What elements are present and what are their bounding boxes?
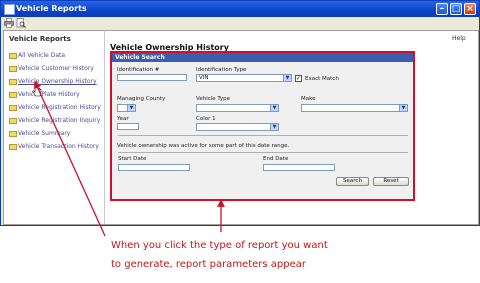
main-content: Vehicle Reports All Vehicle Data Vehicle…: [3, 30, 479, 225]
app-window: Vehicle Reports – □ × Vehicle Reports Al…: [0, 0, 480, 226]
sidebar: Vehicle Reports All Vehicle Data Vehicle…: [4, 31, 105, 224]
folder-icon: [9, 78, 17, 85]
sidebar-item-vehicle-transaction-history[interactable]: Vehicle Transaction History: [9, 143, 99, 150]
make-select[interactable]: ▼: [301, 104, 408, 112]
folder-icon: [9, 143, 17, 150]
hand-cursor-icon: [32, 85, 42, 97]
identification-type-label: Identification Type: [196, 67, 247, 73]
caption-line-2: to generate, report parameters appear: [111, 259, 306, 270]
start-date-label: Start Date: [118, 156, 147, 162]
app-icon: [4, 4, 15, 15]
identification-type-value: VIN: [199, 75, 209, 81]
exact-match-label: Exact Match: [305, 76, 339, 82]
vehicle-type-label: Vehicle Type: [196, 96, 231, 102]
make-label: Make: [301, 96, 316, 102]
title-bar: Vehicle Reports – □ ×: [1, 1, 479, 17]
reset-button[interactable]: Reset: [373, 177, 409, 186]
vehicle-search-panel: Vehicle Search Identification # Identifi…: [110, 51, 415, 201]
sidebar-heading: Vehicle Reports: [9, 35, 71, 43]
year-label: Year: [117, 116, 129, 122]
chevron-down-icon: ▼: [270, 105, 278, 111]
divider: [118, 152, 408, 153]
sidebar-item-vehicle-registration-inquiry[interactable]: Vehicle Registration Inquiry: [9, 117, 100, 124]
color-label: Color 1: [196, 116, 216, 122]
folder-icon: [9, 91, 17, 98]
minimize-button[interactable]: –: [436, 3, 448, 15]
folder-icon: [9, 52, 17, 59]
managing-county-label: Managing County: [117, 96, 166, 102]
end-date-label: End Date: [263, 156, 289, 162]
end-date-input[interactable]: [263, 164, 335, 171]
start-date-input[interactable]: [118, 164, 190, 171]
color-select[interactable]: ▼: [196, 123, 279, 131]
sidebar-item-vehicle-registration-history[interactable]: Vehicle Registration History: [9, 104, 101, 111]
chevron-down-icon: ▼: [399, 105, 407, 111]
folder-icon: [9, 117, 17, 124]
sidebar-item-vehicle-plate-history[interactable]: Vehicle Plate History: [9, 91, 80, 98]
folder-icon: [9, 104, 17, 111]
folder-icon: [9, 130, 17, 137]
sidebar-item-vehicle-customer-history[interactable]: Vehicle Customer History: [9, 65, 94, 72]
preview-icon[interactable]: [16, 18, 26, 28]
chevron-down-icon: ▼: [283, 75, 291, 81]
chevron-down-icon: ▼: [270, 124, 278, 130]
exact-match-checkbox[interactable]: ✓: [295, 75, 302, 82]
divider: [118, 135, 408, 136]
active-date-note: Vehicle ownership was active for some pa…: [117, 143, 290, 149]
sidebar-item-vehicle-ownership-history[interactable]: Vehicle Ownership History: [9, 78, 97, 85]
chevron-down-icon: ▼: [127, 105, 135, 111]
maximize-button[interactable]: □: [450, 3, 462, 15]
year-input[interactable]: [117, 123, 139, 130]
search-button[interactable]: Search: [336, 177, 369, 186]
print-icon[interactable]: [4, 18, 14, 28]
identification-input[interactable]: [117, 74, 187, 81]
toolbar: [1, 17, 479, 30]
managing-county-select[interactable]: ▼: [117, 104, 136, 112]
vehicle-type-select[interactable]: ▼: [196, 104, 279, 112]
folder-icon: [9, 65, 17, 72]
vehicle-search-title: Vehicle Search: [112, 53, 413, 62]
close-button[interactable]: ×: [464, 3, 476, 15]
sidebar-item-all-vehicle-data[interactable]: All Vehicle Data: [9, 52, 65, 59]
identification-label: Identification #: [117, 67, 160, 73]
window-title: Vehicle Reports: [16, 4, 87, 13]
sidebar-item-vehicle-summary[interactable]: Vehicle Summary: [9, 130, 70, 137]
caption-line-1: When you click the type of report you wa…: [111, 240, 328, 251]
identification-type-select[interactable]: VIN ▼: [196, 74, 292, 82]
help-link[interactable]: Help: [452, 35, 466, 42]
